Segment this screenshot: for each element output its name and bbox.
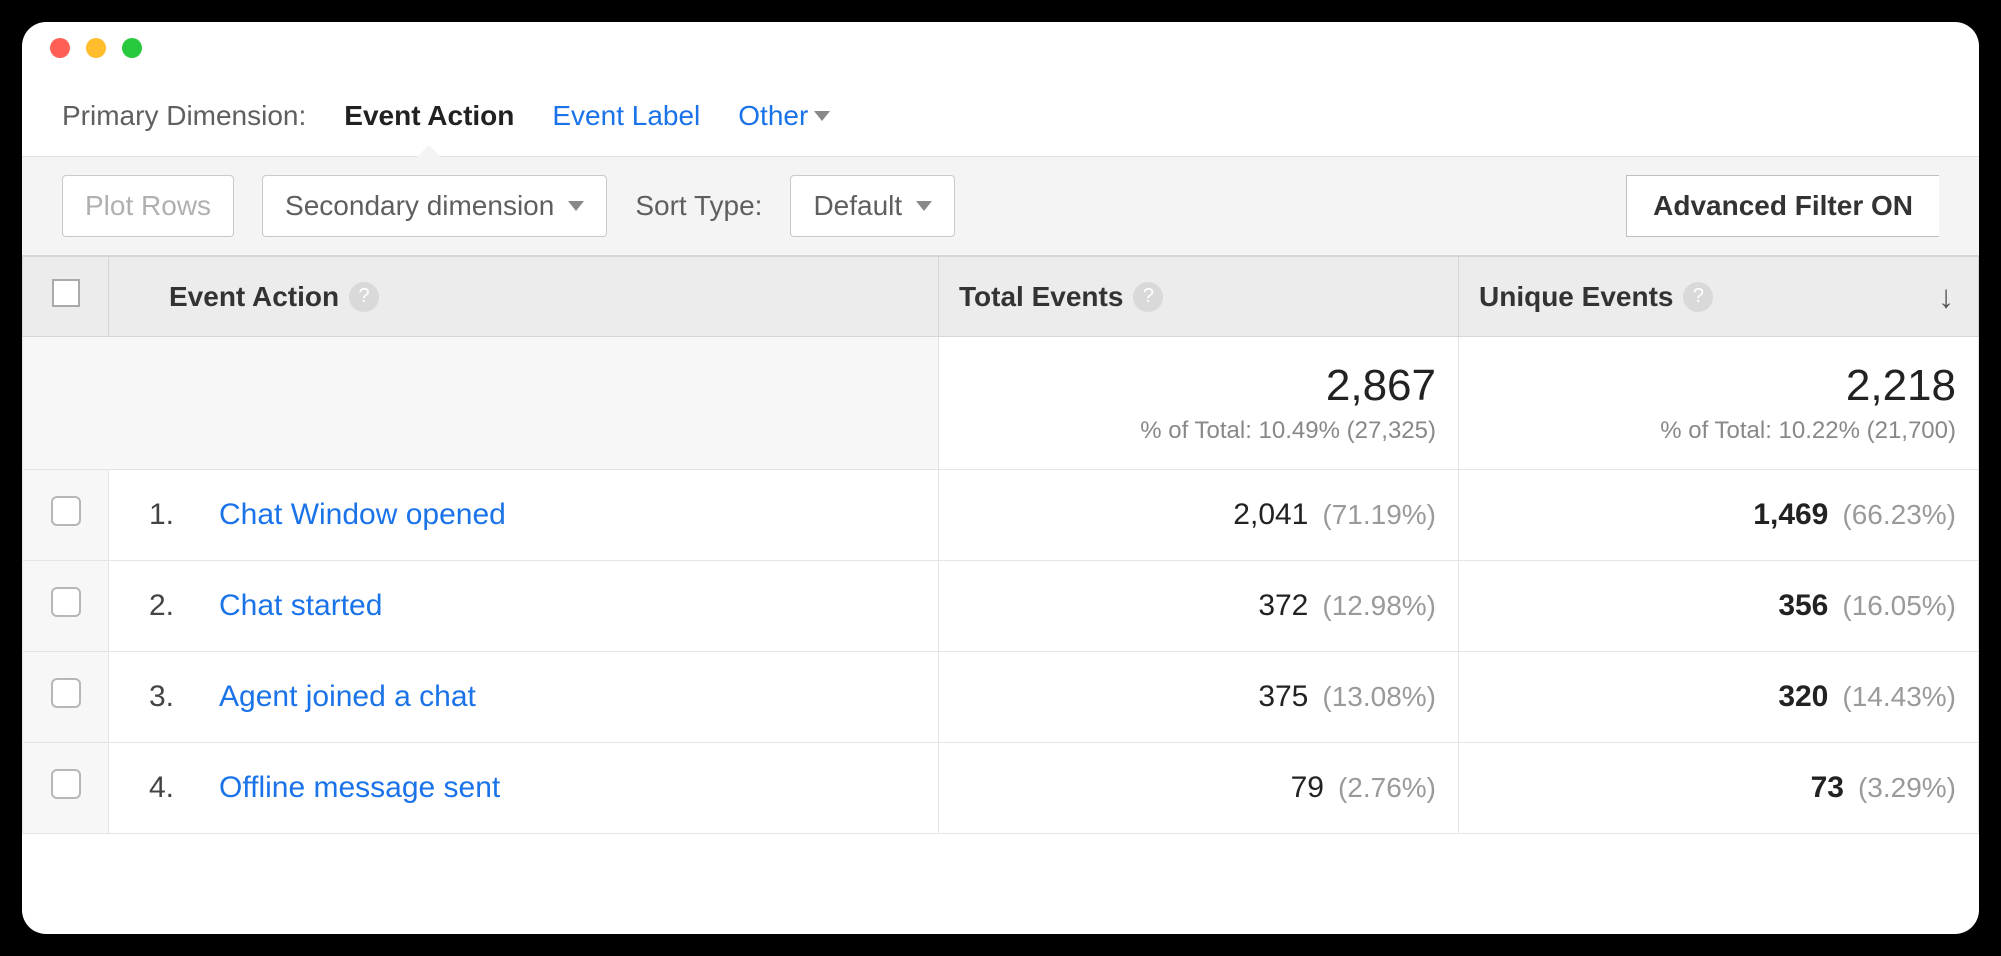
summary-total-value: 2,867 (961, 361, 1436, 411)
row-total-pct: (13.08%) (1322, 681, 1436, 712)
row-unique-value: 73 (1811, 771, 1844, 804)
summary-total-events: 2,867 % of Total: 10.49% (27,325) (939, 337, 1459, 470)
row-unique-events: 320 (14.43%) (1459, 652, 1979, 743)
row-unique-value: 1,469 (1753, 498, 1828, 531)
window-controls (50, 38, 142, 58)
checkbox-icon (51, 496, 81, 526)
primary-dimension-label: Primary Dimension: (62, 100, 306, 132)
row-checkbox-cell[interactable] (23, 470, 109, 561)
row-total-events: 79 (2.76%) (939, 743, 1459, 834)
header-event-action-label: Event Action (169, 281, 339, 313)
row-index: 3. (149, 680, 197, 714)
checkbox-icon (51, 587, 81, 617)
checkbox-icon (52, 279, 80, 307)
header-event-action[interactable]: Event Action ? (109, 257, 939, 337)
row-index: 2. (149, 589, 197, 623)
row-checkbox-cell[interactable] (23, 743, 109, 834)
sort-type-label: Sort Type: (635, 190, 762, 222)
header-select-all[interactable] (23, 257, 109, 337)
row-total-value: 79 (1291, 771, 1324, 804)
row-total-value: 375 (1258, 680, 1308, 713)
event-action-link[interactable]: Chat Window opened (219, 498, 506, 531)
dimension-event-label[interactable]: Event Label (552, 100, 700, 132)
row-total-events: 2,041 (71.19%) (939, 470, 1459, 561)
row-index: 1. (149, 498, 197, 532)
header-unique-events[interactable]: Unique Events ? ↓ (1459, 257, 1979, 337)
minimize-window-icon[interactable] (86, 38, 106, 58)
summary-unique-value: 2,218 (1481, 361, 1956, 411)
checkbox-icon (51, 678, 81, 708)
table-row: 4. Offline message sent 79 (2.76%) 73 (3.29%) (23, 743, 1979, 834)
events-table: Event Action ? Total Events ? (22, 256, 1979, 834)
header-unique-events-label: Unique Events (1479, 281, 1673, 313)
chevron-down-icon (568, 201, 584, 211)
help-icon[interactable]: ? (1683, 282, 1713, 312)
row-total-value: 2,041 (1233, 498, 1308, 531)
header-total-events[interactable]: Total Events ? (939, 257, 1459, 337)
row-unique-events: 73 (3.29%) (1459, 743, 1979, 834)
row-action-cell: 4. Offline message sent (109, 743, 939, 834)
summary-row: 2,867 % of Total: 10.49% (27,325) 2,218 … (23, 337, 1979, 470)
summary-unique-events: 2,218 % of Total: 10.22% (21,700) (1459, 337, 1979, 470)
row-total-pct: (12.98%) (1322, 590, 1436, 621)
sort-type-dropdown[interactable]: Default (790, 175, 955, 237)
primary-dimension-bar: Primary Dimension: Event Action Event La… (22, 82, 1979, 157)
event-action-link[interactable]: Offline message sent (219, 771, 500, 804)
row-checkbox-cell[interactable] (23, 561, 109, 652)
row-total-events: 372 (12.98%) (939, 561, 1459, 652)
secondary-dimension-label: Secondary dimension (285, 190, 554, 222)
dimension-other-dropdown[interactable]: Other (738, 100, 830, 132)
row-unique-pct: (14.43%) (1842, 681, 1956, 712)
maximize-window-icon[interactable] (122, 38, 142, 58)
help-icon[interactable]: ? (349, 282, 379, 312)
help-icon[interactable]: ? (1133, 282, 1163, 312)
summary-total-sub: % of Total: 10.49% (27,325) (961, 417, 1436, 445)
header-total-events-label: Total Events (959, 281, 1123, 313)
controls-bar: Plot Rows Secondary dimension Sort Type:… (22, 157, 1979, 256)
row-total-value: 372 (1258, 589, 1308, 622)
event-action-link[interactable]: Agent joined a chat (219, 680, 476, 713)
row-total-pct: (2.76%) (1338, 772, 1436, 803)
sort-descending-icon: ↓ (1938, 278, 1954, 315)
row-action-cell: 2. Chat started (109, 561, 939, 652)
secondary-dimension-dropdown[interactable]: Secondary dimension (262, 175, 607, 237)
row-action-cell: 1. Chat Window opened (109, 470, 939, 561)
row-unique-events: 1,469 (66.23%) (1459, 470, 1979, 561)
row-index: 4. (149, 771, 197, 805)
chevron-down-icon (814, 111, 830, 121)
event-action-link[interactable]: Chat started (219, 589, 382, 622)
summary-unique-sub: % of Total: 10.22% (21,700) (1481, 417, 1956, 445)
row-unique-pct: (16.05%) (1842, 590, 1956, 621)
row-checkbox-cell[interactable] (23, 652, 109, 743)
dimension-event-action[interactable]: Event Action (344, 100, 514, 132)
sort-type-value: Default (813, 190, 902, 222)
row-total-events: 375 (13.08%) (939, 652, 1459, 743)
row-total-pct: (71.19%) (1322, 499, 1436, 530)
table-row: 2. Chat started 372 (12.98%) 356 (16.05%) (23, 561, 1979, 652)
chevron-down-icon (916, 201, 932, 211)
dimension-other-label: Other (738, 100, 808, 132)
row-unique-pct: (66.23%) (1842, 499, 1956, 530)
row-unique-pct: (3.29%) (1858, 772, 1956, 803)
checkbox-icon (51, 769, 81, 799)
plot-rows-button[interactable]: Plot Rows (62, 175, 234, 237)
table-row: 1. Chat Window opened 2,041 (71.19%) 1,469 (6… (23, 470, 1979, 561)
row-action-cell: 3. Agent joined a chat (109, 652, 939, 743)
advanced-filter-button[interactable]: Advanced Filter ON (1626, 175, 1939, 237)
row-unique-events: 356 (16.05%) (1459, 561, 1979, 652)
table-row: 3. Agent joined a chat 375 (13.08%) 320 (14.4… (23, 652, 1979, 743)
close-window-icon[interactable] (50, 38, 70, 58)
row-unique-value: 320 (1778, 680, 1828, 713)
row-unique-value: 356 (1778, 589, 1828, 622)
